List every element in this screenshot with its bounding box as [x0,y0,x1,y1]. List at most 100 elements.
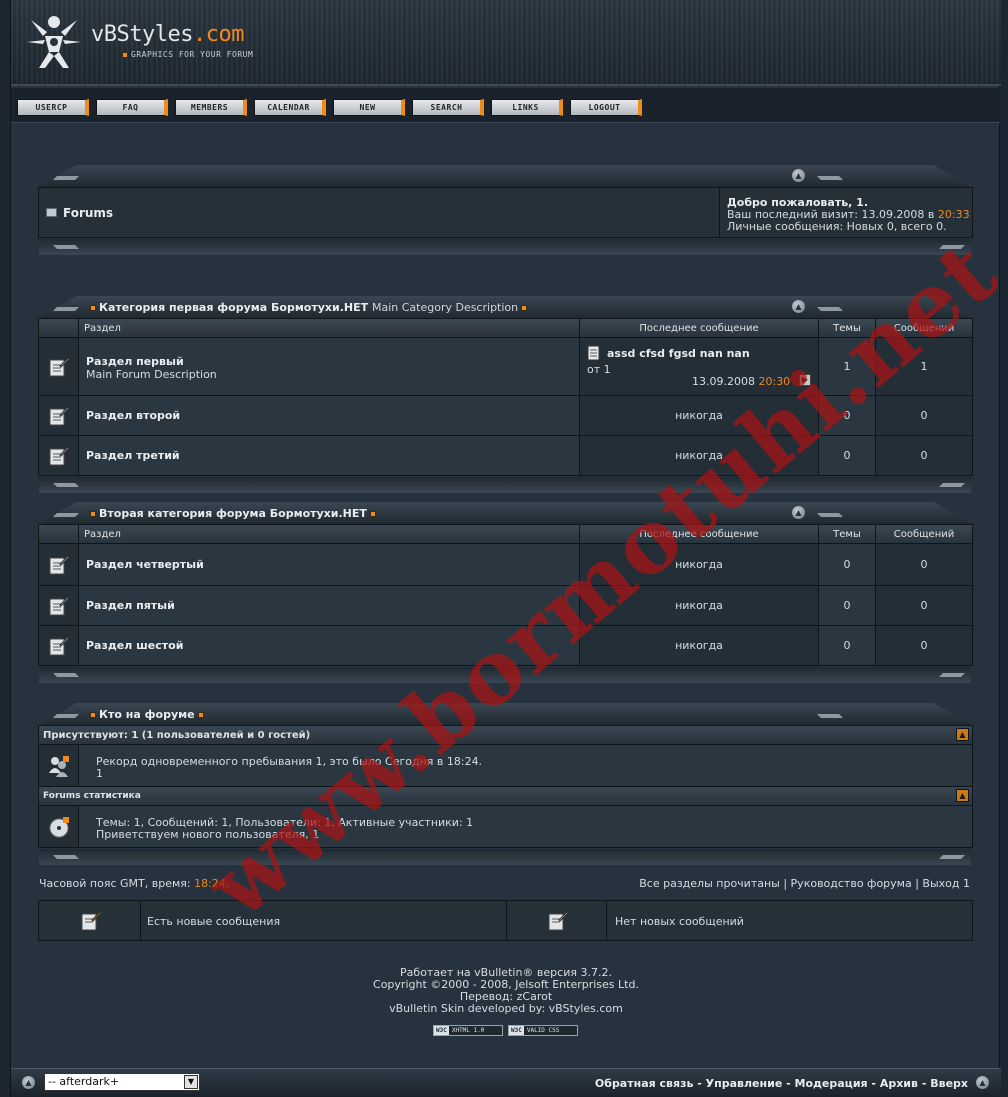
xhtml-badge[interactable]: W3C XHTML 1.0 [433,1025,503,1036]
nav-new-button[interactable]: NEW [333,99,405,116]
last-post-author[interactable]: от 1 [587,363,611,376]
last-post-cell: никогда [579,543,819,586]
nav-links-button[interactable]: LINKS [491,99,563,116]
threads-count: 1 [818,337,876,396]
logout-link[interactable]: Выход 1 [922,877,970,890]
bullet-icon [90,305,96,311]
table-row: Раздел второй [78,395,580,436]
mark-read-link[interactable]: Все разделы прочитаны [639,877,780,890]
threads-count: 0 [818,395,876,436]
decor-slash [53,673,79,677]
decor-slash [939,245,965,249]
nav-members-button[interactable]: MEMBERS [175,99,247,116]
nav-faq-button[interactable]: FAQ [96,99,168,116]
forum-link[interactable]: Раздел первый [86,355,184,368]
col-status-header [38,524,79,544]
decor-slash [53,513,79,517]
divider [506,901,507,940]
forum-link[interactable]: Раздел четвертый [86,558,204,571]
decor-slash [817,513,843,517]
category2-bottombar [39,667,971,683]
nav-search-button[interactable]: SEARCH [412,99,484,116]
online-user-link[interactable]: 1 [96,767,103,780]
scroll-up-icon[interactable]: ▲ [22,1076,35,1089]
nav-logout-button[interactable]: LOGOUT [570,99,642,116]
table-row: Раздел пятый [78,585,580,626]
scroll-up-icon[interactable]: ▲ [976,1076,989,1089]
nav-usercp-button[interactable]: USERCP [17,99,89,116]
last-post-title[interactable]: assd cfsd fgsd nan nan [607,347,750,360]
posts-count: 0 [875,543,973,586]
col-section-header: Раздел [78,524,580,544]
collapse-icon[interactable]: ▲ [956,728,969,741]
online-record: Рекорд одновременного пребывания 1, это … [96,755,483,768]
forum-link[interactable]: Раздел шестой [86,639,183,652]
collapse-icon[interactable]: ▲ [792,169,805,182]
bullet-icon [197,712,204,718]
forum-status-cell [38,395,79,436]
forum-status-cell [38,585,79,626]
go-to-last-post-icon[interactable]: ▶ [799,374,811,386]
top-link[interactable]: Вверх [930,1077,968,1090]
collapse-icon[interactable]: ▲ [792,300,805,313]
table-row: Раздел третий [78,435,580,476]
forum-new-icon [81,911,102,931]
nav-calendar-button[interactable]: CALENDAR [254,99,326,116]
contact-link[interactable]: Обратная связь [595,1077,694,1090]
admin-link[interactable]: Управление [706,1077,783,1090]
posts-count: 1 [875,337,973,396]
whos-online-title[interactable]: Кто на форуме [87,708,207,721]
forum-link[interactable]: Раздел пятый [86,599,175,612]
credits-line[interactable]: vBulletin Skin developed by: vBStyles.co… [11,1003,1001,1015]
logo-icon[interactable] [25,12,83,72]
last-post-cell: никогда [579,395,819,436]
welcome-bottombar [39,239,971,255]
style-select[interactable]: -- afterdark+ ▼ [44,1073,200,1091]
decor-slash [53,855,79,859]
css-badge[interactable]: W3C VALID CSS [508,1025,578,1036]
threads-count: 0 [818,435,876,476]
chevron-down-icon[interactable]: ▼ [184,1075,198,1089]
threads-count: 0 [818,585,876,626]
moderation-link[interactable]: Модерация [795,1077,868,1090]
decor-slash [53,307,79,311]
forum-status-cell [38,337,79,396]
online-present-header[interactable]: Присутствуют: 1 (1 пользователей и 0 гос… [38,725,973,745]
decor-slash [817,176,843,180]
breadcrumb-forums[interactable]: Forums [63,206,113,220]
stats-header[interactable]: Forums статистика [38,786,973,806]
forum-status-cell [38,435,79,476]
forum-link[interactable]: Раздел второй [86,409,180,422]
online-bottombar [39,849,971,865]
category2-title[interactable]: Вторая категория форума Бормотухи.НЕТ [87,507,379,520]
stats-disc-icon [49,817,69,838]
decor-slash [817,307,843,311]
category1-bottombar [39,477,971,493]
bullet-icon [369,511,376,517]
forum-description: Main Forum Description [86,368,217,381]
stats-content: Темы: 1, Сообщений: 1, Пользователи: 1, … [78,805,973,848]
forum-link[interactable]: Раздел третий [86,449,180,462]
decor-slash [939,483,965,487]
private-messages[interactable]: Личные сообщения: Новых 0, всего 0. [727,220,947,233]
collapse-icon[interactable]: ▲ [792,506,805,519]
forum-status-cell [38,625,79,666]
divider [719,188,720,237]
archive-link[interactable]: Архив [880,1077,918,1090]
divider [606,901,607,940]
threads-count: 0 [818,543,876,586]
posts-count: 0 [875,625,973,666]
legend-new-posts: Есть новые сообщения [147,915,281,928]
col-posts-header: Сообщений [875,524,973,544]
forum-guide-link[interactable]: Руководство форума [791,877,912,890]
bullet-icon [90,511,96,517]
bottom-links: Обратная связь - Управление - Модерация … [594,1077,968,1090]
category1-title[interactable]: Категория первая форума Бормотухи.НЕТ Ma… [87,301,530,314]
logo-text: vBStyles.com [91,22,244,47]
collapse-icon[interactable]: ▲ [956,789,969,802]
forum-old-icon [548,911,569,931]
divider [140,901,141,940]
welcome-new-user: Приветствуем нового пользователя, 1 [96,828,320,841]
forum-status-cell [38,543,79,586]
forum-old-icon [49,636,70,656]
